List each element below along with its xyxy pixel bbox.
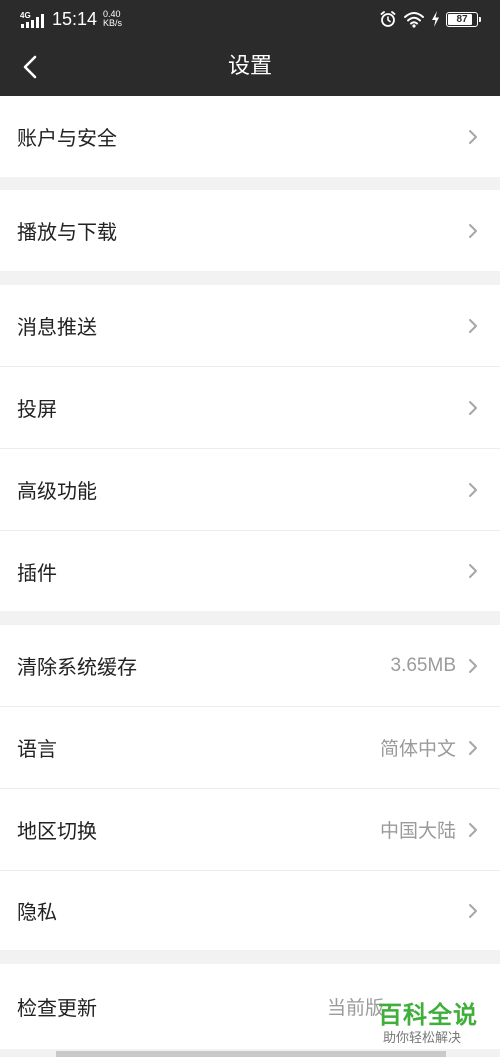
chevron-left-icon (23, 55, 37, 79)
status-bar: 4G 15:14 0.40 KB/s 87 (0, 0, 500, 38)
plugins-row[interactable]: 插件 (0, 531, 500, 611)
privacy-row[interactable]: 隐私 (0, 871, 500, 950)
language-label: 语言 (17, 737, 57, 761)
watermark-subtitle: 助你轻松解决 (383, 1031, 462, 1046)
chevron-right-icon (469, 903, 477, 918)
chevron-right-icon (469, 822, 477, 837)
battery-icon: 87 (446, 11, 481, 27)
wifi-icon (404, 12, 424, 28)
bottom-scroll-indicator (56, 1051, 446, 1057)
privacy-label: 隐私 (17, 900, 57, 924)
app-header: 设置 (0, 38, 500, 96)
chevron-right-icon (469, 740, 477, 755)
network-speed-unit: KB/s (103, 18, 123, 28)
language-value: 简体中文 (379, 739, 456, 760)
signal-icon: 4G (20, 11, 44, 28)
playback-download-label: 播放与下载 (17, 220, 117, 244)
clear-cache-label: 清除系统缓存 (17, 655, 137, 679)
chevron-right-icon (469, 223, 477, 238)
status-left: 4G 15:14 0.40 KB/s (20, 8, 122, 30)
watermark-logo: 百科全说 助你轻松解决 (366, 993, 496, 1047)
chevron-right-icon (469, 318, 477, 333)
charging-icon (432, 11, 439, 27)
cache-size-value: 3.65MB (390, 654, 456, 676)
account-security-label: 账户与安全 (17, 126, 117, 150)
screen-cast-row[interactable]: 投屏 (0, 367, 500, 448)
playback-download-row[interactable]: 播放与下载 (0, 190, 500, 271)
chevron-right-icon (469, 564, 477, 578)
plugins-label: 插件 (17, 560, 57, 585)
status-time: 15:14 (52, 9, 98, 29)
message-push-row[interactable]: 消息推送 (0, 285, 500, 366)
account-security-row[interactable]: 账户与安全 (0, 96, 500, 177)
status-right: 87 (379, 9, 481, 29)
chevron-right-icon (469, 400, 477, 415)
region-value: 中国大陆 (379, 821, 456, 842)
check-update-label: 检查更新 (17, 996, 97, 1020)
advanced-features-label: 高级功能 (17, 479, 97, 503)
chevron-right-icon (469, 129, 477, 144)
watermark-title: 百科全说 (378, 1001, 478, 1029)
battery-level: 87 (456, 13, 468, 25)
chevron-right-icon (469, 482, 477, 497)
settings-screen: 4G 15:14 0.40 KB/s 87 设置 账户与安全 播放与下载 消息推… (0, 0, 500, 1057)
language-row[interactable]: 语言 简体中文 (0, 707, 500, 788)
chevron-right-icon (469, 658, 477, 673)
network-speed: 0.40 KB/s (103, 10, 122, 28)
page-title: 设置 (227, 54, 272, 79)
back-button[interactable] (10, 47, 50, 87)
region-label: 地区切换 (17, 819, 97, 843)
battery-tip (479, 16, 481, 22)
svg-text:4G: 4G (20, 11, 31, 20)
advanced-features-row[interactable]: 高级功能 (0, 449, 500, 530)
message-push-label: 消息推送 (17, 315, 97, 339)
clear-cache-row[interactable]: 清除系统缓存 3.65MB (0, 625, 500, 706)
region-row[interactable]: 地区切换 中国大陆 (0, 789, 500, 870)
alarm-icon (380, 11, 396, 27)
screen-cast-label: 投屏 (17, 397, 57, 421)
